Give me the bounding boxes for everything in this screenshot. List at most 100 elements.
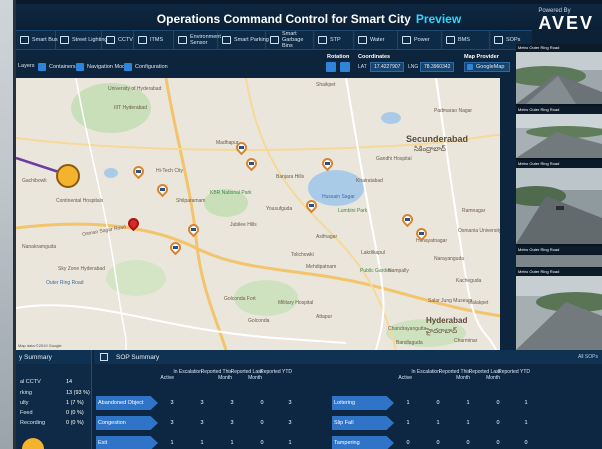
- col-header-escalation: In Escalation: [173, 369, 202, 375]
- map-label: Shilparamam: [176, 198, 206, 204]
- sop-cell: 1: [406, 420, 410, 426]
- map-label: Padmarao Nagar: [434, 108, 473, 114]
- map-toolbar: Layers Containers Navigation Model Confi…: [16, 50, 532, 78]
- map-provider-value: GoogleMap: [476, 64, 505, 70]
- nav-smart-parking[interactable]: Smart Parking: [218, 31, 269, 49]
- configuration-icon: [124, 63, 132, 71]
- sop-cell: 1: [436, 420, 440, 426]
- sop-cell: 3: [230, 400, 234, 406]
- camera-feed-image: [516, 255, 602, 267]
- sop-cell: 0: [496, 440, 500, 446]
- cctv-icon: [106, 36, 115, 44]
- sop-row[interactable]: Tampering 0 0 0 0 0: [332, 436, 532, 449]
- map-label: Narayanguda: [434, 256, 465, 262]
- map-provider-select[interactable]: GoogleMap: [464, 62, 510, 72]
- camera-icon: [309, 204, 314, 207]
- map-label: Banjara Hills: [276, 174, 305, 180]
- module-nav: Smart Bus Street Lighting CCTV ITMS Envi…: [16, 30, 532, 50]
- sop-row-label: Congestion: [96, 416, 158, 430]
- sop-cell: 3: [200, 420, 204, 426]
- col-header-active: Active: [398, 375, 412, 381]
- sop-cell: 3: [230, 420, 234, 426]
- nav-environment-sensor[interactable]: Environment Sensor: [174, 31, 221, 49]
- nav-label: Smart Garbage Bins: [282, 31, 304, 49]
- summary-value: 0 (0 %): [66, 420, 84, 426]
- sop-row[interactable]: Congestion 3 3 3 0 3: [96, 416, 296, 430]
- sop-row-label: Slip Fall: [332, 416, 394, 430]
- navigation-model-button[interactable]: Navigation Model: [76, 63, 130, 71]
- nav-cctv[interactable]: CCTV: [102, 31, 134, 49]
- nav-stp[interactable]: STP: [314, 31, 354, 49]
- bin-icon: [270, 36, 279, 44]
- nav-bms[interactable]: BMS: [442, 31, 490, 49]
- nav-smart-garbage-bins[interactable]: Smart Garbage Bins: [266, 31, 314, 49]
- photo-frame-left: [0, 0, 16, 449]
- nav-label: ITMS: [150, 37, 164, 43]
- map-label-city: Secunderabad: [406, 134, 469, 144]
- map-label: Shaikpet: [316, 82, 336, 88]
- camera-feed[interactable]: Metro Outer Ring Road: [516, 106, 602, 163]
- camera-feed[interactable]: Metro Outer Ring Road: [506, 44, 602, 109]
- nav-water[interactable]: Water: [354, 31, 398, 49]
- nav-label: BMS: [458, 37, 470, 43]
- map-label-city: Hyderabad: [426, 316, 468, 325]
- map-label: Gachibowli: [22, 178, 47, 184]
- sop-summary-panel: SOP Summary All SOPs Active In Escalatio…: [94, 350, 602, 449]
- summary-label: ulty: [20, 400, 29, 406]
- header: Operations Command Control for Smart Cit…: [16, 4, 602, 32]
- sop-row[interactable]: Exit 1 1 1 0 1: [96, 436, 296, 449]
- page-title: Operations Command Control for Smart Cit…: [16, 12, 602, 26]
- lng-field[interactable]: 78.3960342: [420, 62, 454, 72]
- rotate-right-button[interactable]: [340, 62, 350, 72]
- map-label: Golconda Fort: [224, 296, 256, 302]
- stp-icon: [318, 36, 327, 44]
- map-label: Tolichowki: [291, 252, 314, 258]
- rotate-left-button[interactable]: [326, 62, 336, 72]
- nav-power[interactable]: Power: [398, 31, 442, 49]
- camera-feed-title: Metro Outer Ring Road: [516, 106, 602, 114]
- map-label: Chandrayangutta: [388, 326, 427, 332]
- sop-row[interactable]: Loitering 1 0 1 0 1: [332, 396, 532, 410]
- sop-cell: 0: [496, 400, 500, 406]
- map-label: Kacheguda: [456, 278, 482, 284]
- city-map[interactable]: University of Hyderabad IIIT Hyderabad S…: [16, 78, 516, 350]
- map-label: Lakdikapul: [361, 250, 385, 256]
- configuration-button[interactable]: Configuration: [124, 63, 168, 71]
- map-label: IIIT Hyderabad: [114, 105, 147, 111]
- map-label: Nanakramguda: [22, 244, 57, 250]
- device-cluster-marker[interactable]: [56, 164, 80, 188]
- sop-cell: 1: [466, 400, 470, 406]
- nav-label: Environment Sensor: [190, 34, 221, 46]
- map-label-city-native: సికింద్రాబాద్: [414, 146, 446, 153]
- sop-cell: 0: [496, 420, 500, 426]
- map-label: Gandhi Hospital: [376, 156, 412, 162]
- map-label: University of Hyderabad: [108, 86, 162, 92]
- containers-button[interactable]: Containers: [38, 63, 76, 71]
- nav-street-lighting[interactable]: Street Lighting: [56, 31, 107, 49]
- camera-icon: [173, 246, 178, 249]
- coordinates-label: Coordinates: [358, 54, 391, 60]
- traffic-icon: [138, 36, 147, 44]
- camera-icon: [249, 162, 254, 165]
- sop-row[interactable]: Abandoned Object 3 3 3 0 3: [96, 396, 296, 410]
- camera-feed[interactable]: Metro Outer Ring Road: [506, 160, 602, 249]
- camera-feed[interactable]: Metro Outer Ring Road: [516, 268, 602, 355]
- col-header-ytd: Reported YTD: [260, 369, 292, 375]
- sop-row[interactable]: Slip Fall 1 1 1 0 1: [332, 416, 532, 430]
- layers-button[interactable]: Layers: [18, 63, 35, 69]
- sop-cell: 0: [466, 440, 470, 446]
- camera-feed-title: Metro Outer Ring Road: [516, 268, 602, 276]
- map-side-panel: [500, 78, 516, 350]
- map-label: Attapur: [316, 314, 333, 320]
- camera-icon: [136, 170, 141, 173]
- all-sops-link[interactable]: All SOPs: [578, 354, 598, 360]
- summary-value: 13 (93 %): [66, 390, 90, 396]
- lng-label: LNG: [408, 64, 419, 70]
- nav-smart-bus[interactable]: Smart Bus: [16, 31, 58, 49]
- map-label: Golconda: [248, 318, 270, 324]
- nav-itms[interactable]: ITMS: [134, 31, 174, 49]
- sensor-icon: [178, 36, 187, 44]
- expand-icon[interactable]: [100, 353, 108, 361]
- lat-field[interactable]: 17.4227907: [370, 62, 404, 72]
- sop-row-label: Exit: [96, 436, 158, 449]
